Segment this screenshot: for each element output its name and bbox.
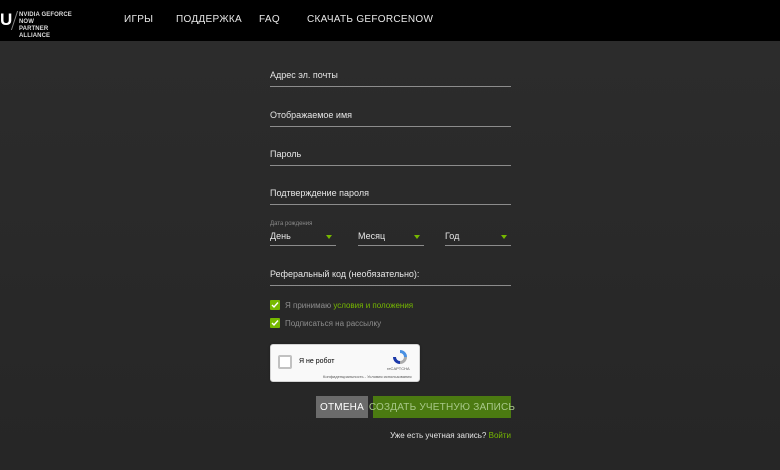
nav-games[interactable]: ИГРЫ: [124, 14, 153, 25]
referral-code-field[interactable]: Реферальный код (необязательно):: [270, 260, 511, 286]
accept-terms-row: Я принимаю условия и положения: [270, 300, 511, 312]
nav-download[interactable]: СКАЧАТЬ GEFORCENOW: [307, 14, 433, 25]
have-account-line: Уже есть учетная запись? Войти: [390, 431, 511, 440]
accept-terms-checkbox[interactable]: [270, 300, 280, 310]
nav-support[interactable]: ПОДДЕРЖКА: [176, 14, 242, 25]
password-label: Пароль: [270, 149, 302, 159]
recaptcha-label: Я не робот: [299, 358, 335, 365]
login-link[interactable]: Войти: [489, 431, 511, 440]
dob-month-label: Месяц: [358, 231, 386, 241]
have-account-text: Уже есть учетная запись?: [390, 431, 489, 440]
dob-day-select[interactable]: День: [270, 228, 336, 246]
create-account-button[interactable]: СОЗДАТЬ УЧЕТНУЮ ЗАПИСЬ: [369, 396, 515, 418]
newsletter-label: Подписаться на рассылку: [285, 319, 382, 328]
dob-caption: Дата рождения: [270, 221, 313, 227]
cancel-button[interactable]: ОТМЕНА: [316, 396, 368, 418]
dob-month-select[interactable]: Месяц: [358, 228, 424, 246]
chevron-down-icon: [414, 235, 420, 239]
dob-year-label: Год: [445, 231, 460, 241]
recaptcha-logo-icon: [393, 350, 407, 364]
recaptcha-checkbox[interactable]: [278, 355, 292, 369]
dob-year-select[interactable]: Год: [445, 228, 511, 246]
accept-terms-text: Я принимаю условия и положения: [285, 300, 413, 311]
referral-label: Реферальный код (необязательно):: [270, 269, 420, 279]
recaptcha-terms[interactable]: Конфиденциальность - Условия использован…: [323, 374, 412, 379]
email-field[interactable]: Адрес эл. почты: [270, 61, 511, 87]
nav-faq[interactable]: FAQ: [259, 14, 280, 25]
email-label: Адрес эл. почты: [270, 70, 338, 80]
top-navigation-bar: U NVIDIA GEFORCE NOW PARTNER ALLIANCE ИГ…: [0, 0, 780, 41]
password-confirm-field[interactable]: Подтверждение пароля: [270, 179, 511, 205]
password-field[interactable]: Пароль: [270, 140, 511, 166]
newsletter-row: Подписаться на рассылку: [270, 318, 511, 330]
chevron-down-icon: [501, 235, 507, 239]
recaptcha-brand: reCAPTCHA: [387, 366, 410, 371]
checkmark-icon: [271, 302, 279, 309]
recaptcha-widget: Я не робот reCAPTCHA Конфиденциальность …: [270, 344, 420, 382]
chevron-down-icon: [326, 235, 332, 239]
display-name-field[interactable]: Отображаемое имя: [270, 101, 511, 127]
password-confirm-label: Подтверждение пароля: [270, 188, 369, 198]
checkmark-icon: [271, 320, 279, 327]
newsletter-checkbox[interactable]: [270, 318, 280, 328]
terms-link[interactable]: условия и положения: [333, 301, 413, 310]
accept-prefix: Я принимаю: [285, 301, 334, 310]
display-name-label: Отображаемое имя: [270, 110, 353, 120]
dob-day-label: День: [270, 231, 291, 241]
main-nav: ИГРЫ ПОДДЕРЖКА FAQ СКАЧАТЬ GEFORCENOW: [0, 0, 780, 41]
